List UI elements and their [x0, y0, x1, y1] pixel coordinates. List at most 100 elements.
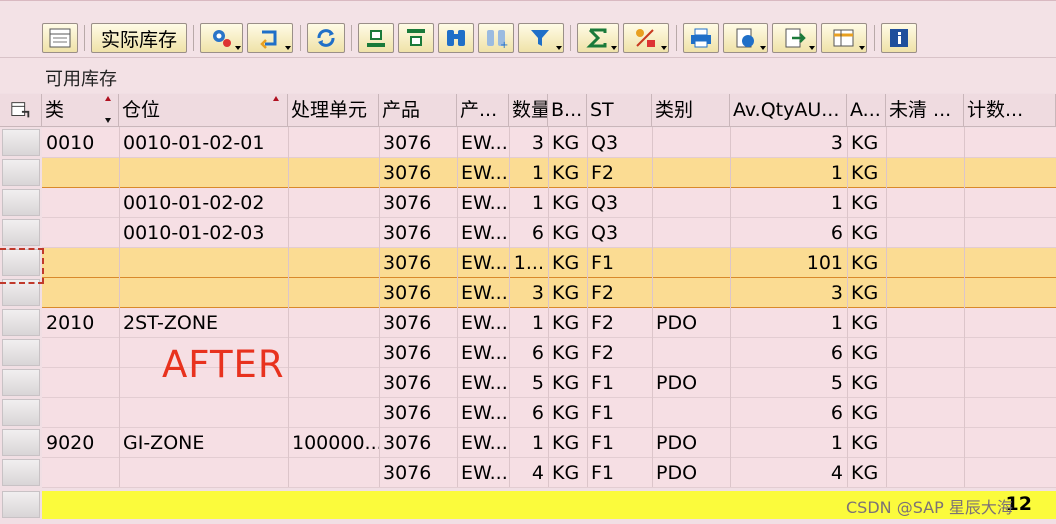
row-selector[interactable]: [2, 159, 40, 186]
column-header[interactable]: Av.QtyAU...: [730, 94, 847, 127]
view-title: 可用库存: [45, 69, 117, 90]
table-cell: 3076: [383, 342, 432, 364]
table-cell: 2010: [46, 312, 95, 334]
table-cell: F2: [591, 162, 615, 184]
table-cell: EW...: [461, 162, 508, 184]
row-selector[interactable]: [2, 219, 40, 246]
table-cell: 3: [830, 132, 843, 154]
column-header[interactable]: ST: [587, 94, 652, 127]
table-cell: PDO: [656, 432, 698, 454]
table-cell: 3076: [383, 462, 432, 484]
table-cell: 2ST-ZONE: [123, 312, 219, 334]
table-cell: 3076: [383, 252, 432, 274]
table-cell: 3076: [383, 372, 432, 394]
column-header[interactable]: 处理单元: [288, 94, 379, 127]
table-cell: Q3: [591, 192, 619, 214]
percent-icon[interactable]: [623, 23, 669, 53]
table-cell: 0010-01-02-01: [123, 132, 265, 154]
separator: [570, 25, 571, 51]
align-bottom-icon[interactable]: [398, 23, 434, 53]
table-cell: 100000...: [292, 432, 379, 454]
table-cell: 4: [830, 462, 843, 484]
column-divider: [457, 127, 458, 487]
sort-indicator-icon: [105, 118, 111, 123]
column-divider: [964, 127, 965, 487]
sort-indicator-icon: [105, 96, 111, 101]
row-selector[interactable]: [2, 429, 40, 456]
table-cell: KG: [552, 402, 580, 424]
table-cell: EW...: [461, 372, 508, 394]
svg-text:+: +: [500, 40, 508, 50]
table-cell: KG: [851, 432, 879, 454]
table-cell: KG: [851, 132, 879, 154]
table-cell: KG: [851, 162, 879, 184]
row-selector[interactable]: [2, 309, 40, 336]
row-selector[interactable]: [2, 339, 40, 366]
table-cell: KG: [552, 252, 580, 274]
row-selector[interactable]: [2, 369, 40, 396]
column-header[interactable]: 类别: [652, 94, 730, 127]
table-cell: 101: [806, 252, 843, 274]
row-selector[interactable]: [2, 129, 40, 156]
column-divider: [119, 127, 120, 487]
table-cell: KG: [851, 462, 879, 484]
settings-icon[interactable]: [200, 23, 243, 53]
annotation-after: AFTER: [162, 343, 285, 386]
table-cell: 3: [830, 282, 843, 304]
filter-icon[interactable]: [518, 23, 564, 53]
binoculars-icon[interactable]: [438, 23, 474, 53]
column-divider: [509, 127, 510, 487]
column-divider: [587, 127, 588, 487]
sum-icon[interactable]: [577, 23, 619, 53]
table-cell: KG: [552, 132, 580, 154]
table-cell: KG: [851, 372, 879, 394]
column-header[interactable]: 计数...: [964, 94, 1056, 127]
table-cell: 3076: [383, 312, 432, 334]
row-selector[interactable]: [2, 459, 40, 486]
export-icon[interactable]: [723, 23, 768, 53]
row-selector[interactable]: [2, 491, 40, 518]
row-selector[interactable]: [2, 189, 40, 216]
table-cell: EW...: [461, 222, 508, 244]
column-header[interactable]: A...: [847, 94, 886, 127]
binoculars-plus-icon[interactable]: +: [478, 23, 514, 53]
column-header[interactable]: 仓位: [119, 94, 288, 127]
watermark: CSDN @SAP 星辰大海: [846, 498, 1013, 517]
column-header[interactable]: B...: [548, 94, 587, 127]
column-header[interactable]: 未清 ...: [886, 94, 964, 127]
table-cell: PDO: [656, 372, 698, 394]
table-cell: 3076: [383, 162, 432, 184]
layout-icon[interactable]: [42, 23, 78, 53]
table-cell: KG: [552, 312, 580, 334]
info-icon[interactable]: [881, 23, 917, 53]
import-icon[interactable]: [772, 23, 817, 53]
column-divider: [548, 127, 549, 487]
align-top-icon[interactable]: [358, 23, 394, 53]
actual-stock-button[interactable]: 实际库存: [91, 23, 187, 53]
table-cell: 5: [531, 372, 544, 394]
select-all-button[interactable]: [0, 94, 42, 127]
current-row-marker: [0, 248, 44, 284]
column-header[interactable]: 产品: [379, 94, 457, 127]
separator: [676, 25, 677, 51]
table-cell: 3076: [383, 222, 432, 244]
table-cell: KG: [552, 372, 580, 394]
table-cell: KG: [851, 252, 879, 274]
table-cell: 1: [830, 192, 843, 214]
table-cell: KG: [851, 312, 879, 334]
undo-icon[interactable]: [247, 23, 293, 53]
row-selector[interactable]: [2, 399, 40, 426]
column-divider: [288, 127, 289, 487]
table-cell: 6: [531, 402, 544, 424]
column-header[interactable]: 数量: [509, 94, 548, 127]
refresh-icon[interactable]: [307, 23, 345, 53]
column-header[interactable]: 产...: [457, 94, 509, 127]
table-cell: EW...: [461, 402, 508, 424]
table-layout-icon[interactable]: [821, 23, 867, 53]
print-icon[interactable]: [683, 23, 719, 53]
table-cell: 6: [830, 222, 843, 244]
stock-table: 类仓位 处理单元 产品 产... 数量 B... ST 类别 Av.QtyAU... A... 未清…: [0, 94, 1056, 520]
table-cell: KG: [552, 222, 580, 244]
table-cell: 6: [531, 222, 544, 244]
separator: [351, 25, 352, 51]
